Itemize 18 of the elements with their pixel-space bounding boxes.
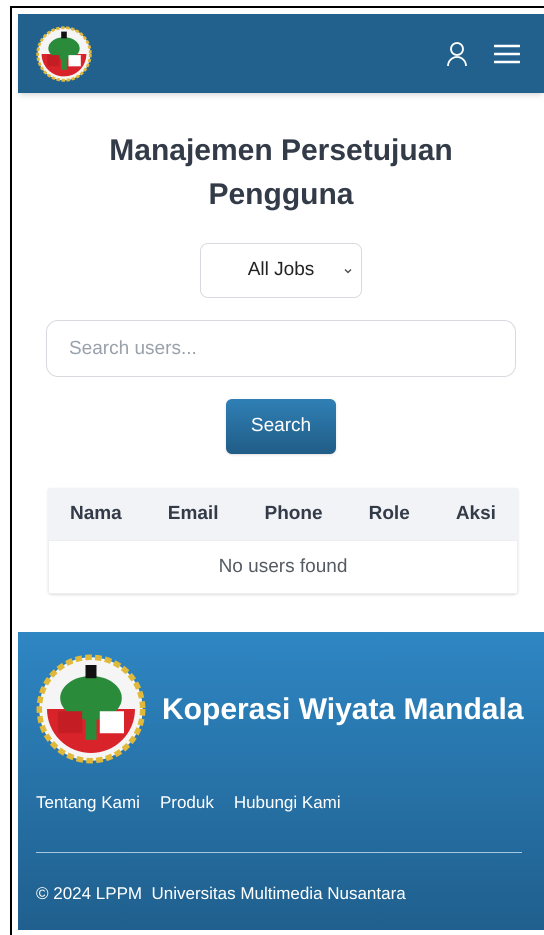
- emblem-logo-drawing: [36, 26, 92, 82]
- user-icon[interactable]: [446, 40, 468, 66]
- footer-link[interactable]: Hubungi Kami: [234, 790, 341, 816]
- search-button[interactable]: Search: [226, 399, 336, 454]
- copyright-text: © 2024 LPPM Universitas Multimedia Nusantara: [36, 882, 407, 904]
- footer-link[interactable]: Tentang Kami: [36, 790, 140, 816]
- menu-icon[interactable]: [494, 42, 520, 64]
- empty-table-message: No users found: [48, 540, 518, 594]
- page-title: Manajemen Persetujuan Pengguna: [108, 133, 454, 213]
- column-header: Role: [368, 502, 410, 526]
- column-header: Aksi: [456, 502, 496, 526]
- column-header: Nama: [70, 502, 122, 526]
- column-header: Phone: [264, 502, 323, 526]
- footer-link[interactable]: Produk: [160, 790, 214, 816]
- job-filter-dropdown[interactable]: All Jobs: [200, 243, 362, 298]
- column-header: Email: [168, 502, 218, 526]
- search-field[interactable]: Search users...: [46, 320, 516, 377]
- brand-name: Koperasi Wiyata Mandala: [162, 692, 524, 728]
